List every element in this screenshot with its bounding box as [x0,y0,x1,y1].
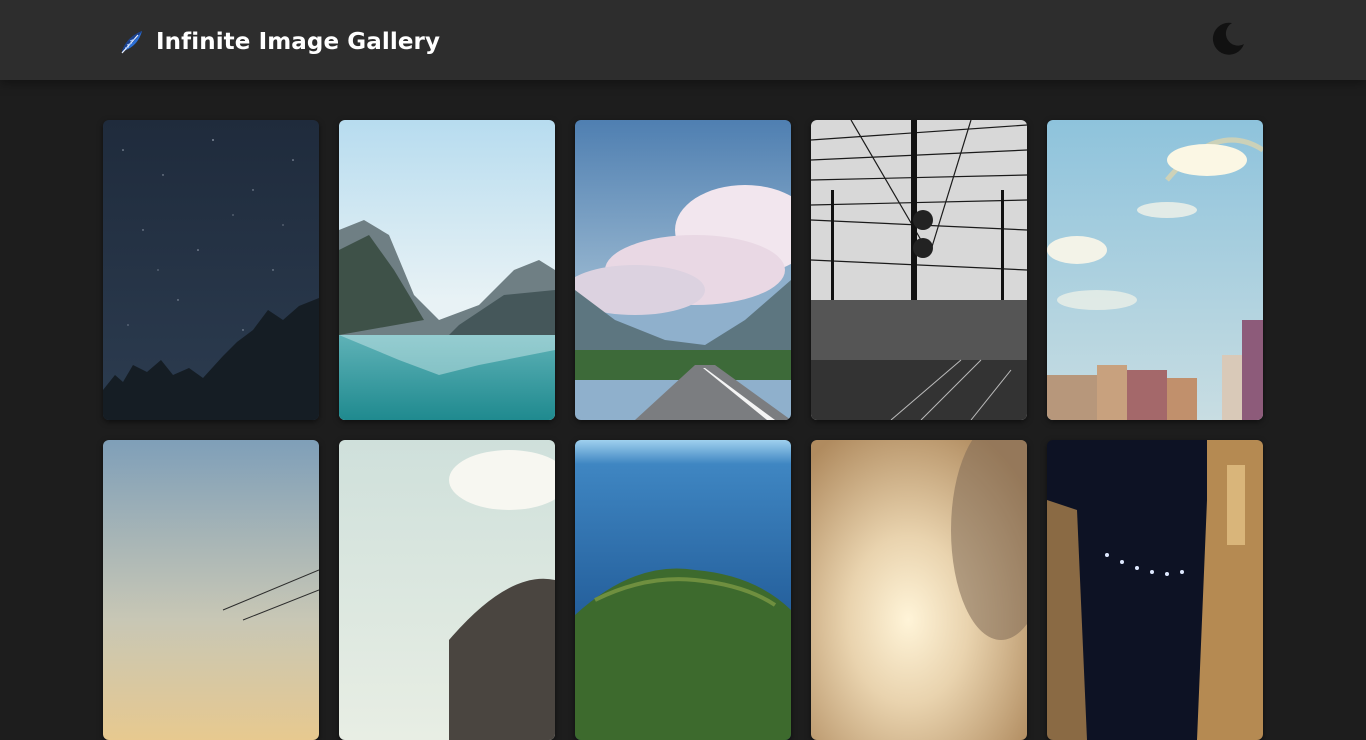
gallery-image-dusk-sky[interactable] [103,440,319,740]
moon-icon [1210,20,1246,60]
gallery-image-rainbow-city[interactable] [1047,120,1263,420]
gallery-image-mountain-road[interactable] [575,120,791,420]
gallery-image-pale-sky[interactable] [339,440,555,740]
gallery-image-mountain-lake[interactable] [339,120,555,420]
gallery-image-blue-sea[interactable] [575,440,791,740]
app-title: Infinite Image Gallery [156,29,441,55]
gallery-image-sunlight-foliage[interactable] [811,440,1027,740]
feather-icon [118,28,146,56]
gallery-image-starry-night[interactable] [103,120,319,420]
gallery-image-night-street[interactable] [1047,440,1263,740]
theme-toggle-button[interactable] [1208,20,1248,60]
top-bar: Infinite Image Gallery [0,0,1366,80]
brand[interactable]: Infinite Image Gallery [118,26,440,58]
gallery-image-railway-lines[interactable] [811,120,1027,420]
